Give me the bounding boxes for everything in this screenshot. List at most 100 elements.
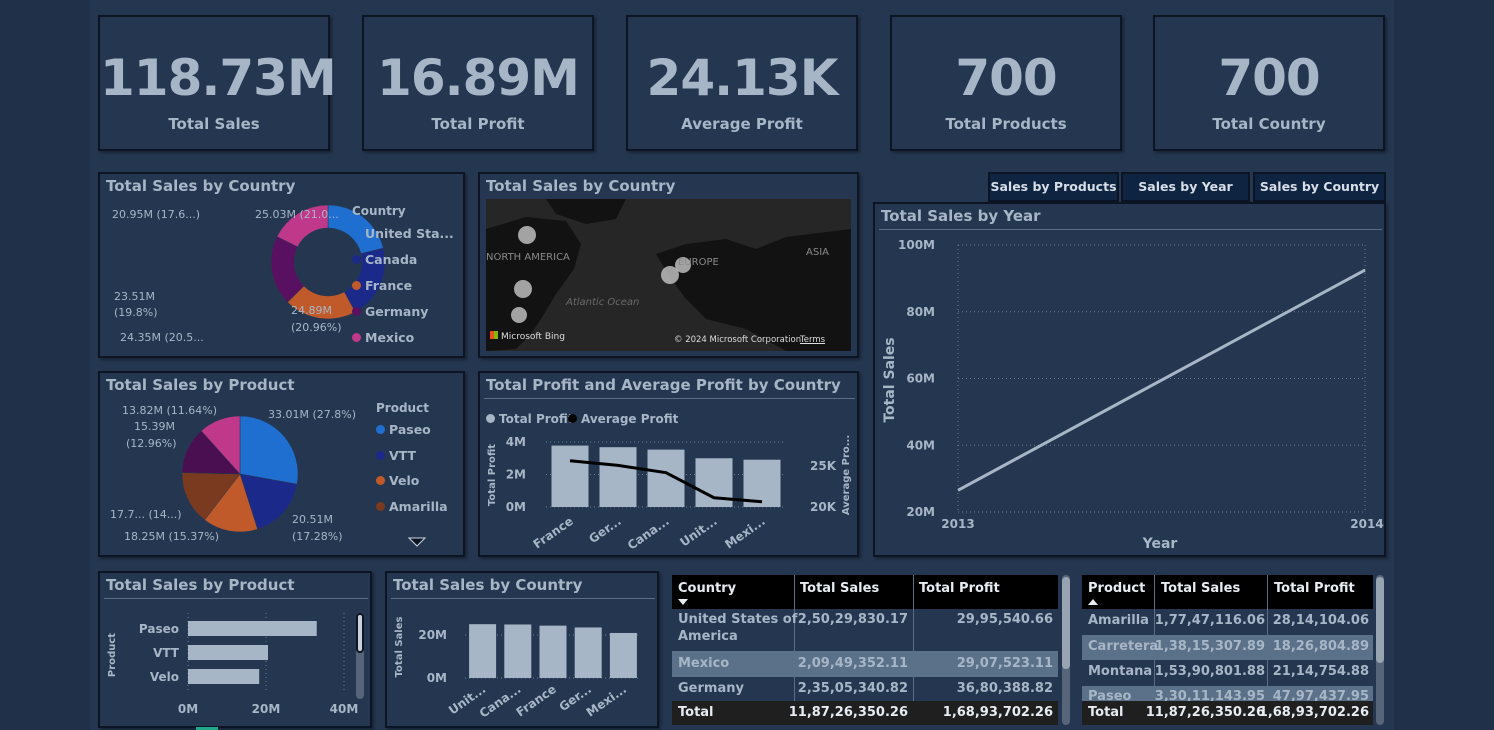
legend-item[interactable]: Amarilla — [376, 499, 448, 514]
y-tick-label: 0M — [427, 671, 447, 685]
legend-title: Country — [352, 204, 406, 218]
bar — [188, 621, 317, 636]
legend-dot — [352, 281, 361, 290]
y-right-tick-label: 25K — [810, 459, 837, 473]
map-bubble-mexico[interactable] — [511, 307, 527, 323]
nav-sales-by-year-button[interactable]: Sales by Year — [1121, 172, 1250, 202]
slice-label: 17.7... (14...) — [110, 508, 182, 521]
nav-sales-by-products-button[interactable]: Sales by Products — [988, 172, 1119, 202]
product-table[interactable]: Product Total Sales Total Profit Amarill… — [1082, 575, 1384, 725]
cell-country: America — [678, 629, 738, 644]
map-sales-by-country-panel[interactable]: Total Sales by Country NORTH AMERICA EUR… — [478, 172, 859, 358]
legend-title: Product — [376, 401, 429, 415]
pie-sales-by-product-panel[interactable]: Total Sales by Product 33.01M (27.8%) 20… — [98, 371, 465, 557]
kpi-average-profit[interactable]: 24.13K Average Profit — [626, 15, 858, 151]
table-row[interactable]: Paseo 3,30,11,143.95 47,97,437.95 — [1082, 686, 1373, 701]
cell-country: Germany — [678, 681, 744, 696]
column-header-total-profit[interactable]: Total Profit — [1274, 581, 1355, 596]
column-header-total-sales[interactable]: Total Sales — [800, 581, 879, 596]
kpi-label: Total Country — [1212, 115, 1326, 133]
slice-label: 20.95M (17.6...) — [112, 208, 201, 221]
kpi-total-country[interactable]: 700 Total Country — [1153, 15, 1385, 151]
map-copyright: © 2024 Microsoft Corporation — [674, 335, 802, 345]
y-tick-label: 60M — [906, 372, 935, 386]
combo-profit-by-country-panel[interactable]: Total Profit and Average Profit by Count… — [478, 371, 859, 557]
legend-label: VTT — [389, 448, 417, 463]
legend-scroll-down-icon[interactable] — [408, 536, 428, 548]
slice-label: 33.01M (27.8%) — [268, 408, 357, 421]
legend-dot — [376, 502, 385, 511]
table-row[interactable]: Mexico 2,09,49,352.11 29,07,523.11 — [672, 651, 1058, 677]
table-scrollbar-thumb[interactable] — [1376, 577, 1384, 663]
legend-item[interactable]: VTT — [376, 448, 416, 463]
bar — [188, 669, 260, 684]
cell-total-profit: 21,14,754.88 — [1272, 664, 1369, 679]
y-tick-label: 80M — [906, 305, 935, 319]
cell-total-sales: 2,09,49,352.11 — [797, 656, 908, 671]
cell-total-profit: 47,97,437.95 — [1272, 689, 1369, 701]
cell-product: Paseo — [1088, 689, 1132, 701]
slice-label: 24.35M (20.5... — [120, 331, 204, 344]
kpi-total-profit[interactable]: 16.89M Total Profit — [362, 15, 594, 151]
legend-item[interactable]: Paseo — [376, 422, 431, 437]
bar — [609, 632, 637, 678]
slice-label: (20.96%) — [291, 321, 342, 334]
bing-label: Microsoft Bing — [501, 332, 565, 342]
line-sales-by-year-panel[interactable]: Total Sales by Year 100M 80M 60M 40M 20M 2013… — [873, 202, 1386, 557]
kpi-label: Total Products — [945, 115, 1067, 133]
table-row[interactable]: Montana 1,53,90,801.88 21,14,754.88 — [1082, 660, 1373, 686]
sort-desc-icon[interactable] — [678, 599, 688, 605]
left-margin — [0, 0, 90, 730]
world-map[interactable]: NORTH AMERICA EUROPE ASIA Atlantic Ocean… — [486, 199, 851, 351]
legend-item[interactable]: United Sta... — [352, 226, 454, 241]
sort-asc-icon[interactable] — [1088, 599, 1098, 605]
map-bubble-canada[interactable] — [518, 226, 536, 244]
column-header-total-sales[interactable]: Total Sales — [1161, 581, 1240, 596]
y-axis-title: Total Profit — [487, 444, 498, 506]
cell-country: Mexico — [678, 656, 730, 671]
map-terms-link[interactable]: Terms — [800, 335, 825, 345]
y-tick-label: 0M — [506, 500, 526, 514]
scrollbar-thumb[interactable] — [356, 613, 364, 653]
nav-sales-by-country-button[interactable]: Sales by Country — [1253, 172, 1386, 202]
legend-dot — [376, 451, 385, 460]
legend-dot — [352, 255, 361, 264]
x-tick-label: Unit... — [677, 514, 719, 549]
column-header-product[interactable]: Product — [1088, 581, 1145, 596]
vbar-chart: 20M0MUnit...Cana...FranceGer...Mexi...To… — [394, 617, 641, 721]
country-table[interactable]: Country Total Sales Total Profit United … — [672, 575, 1072, 725]
table-row[interactable]: Carretera 1,38,15,307.89 18,26,804.89 — [1082, 635, 1373, 660]
legend-label: Canada — [365, 252, 418, 267]
cell-total-profit: 36,80,388.82 — [956, 681, 1053, 696]
kpi-total-products[interactable]: 700 Total Products — [890, 15, 1122, 151]
cell-total-sales: 11,87,26,350.26 — [1145, 705, 1265, 720]
legend-item[interactable]: Mexico — [352, 330, 414, 345]
legend-item[interactable]: Canada — [352, 252, 417, 267]
hbar-sales-by-product-panel[interactable]: Total Sales by Product 0M 20M 40M Paseo VTT V… — [98, 571, 372, 728]
column-header-total-profit[interactable]: Total Profit — [919, 581, 1000, 596]
x-tick-label: 40M — [330, 702, 359, 716]
kpi-total-sales[interactable]: 118.73M Total Sales — [98, 15, 337, 151]
cell-total-sales: 1,77,47,116.06 — [1154, 613, 1265, 628]
legend-item[interactable]: Germany — [352, 304, 428, 319]
kpi-value: 24.13K — [646, 49, 839, 107]
map-label: NORTH AMERICA — [486, 252, 570, 263]
legend-item[interactable]: France — [352, 278, 412, 293]
hbar-chart: 0M 20M 40M Paseo VTT Velo Product — [107, 613, 359, 716]
donut-sales-by-country-panel[interactable]: Total Sales by Country 25.03M (21.0... 2… — [98, 172, 465, 358]
table-row[interactable]: United States of America 2,50,29,830.17 … — [672, 609, 1058, 651]
vbar-sales-by-country-panel[interactable]: Total Sales by Country 20M 0M Unit... Cana.… — [385, 571, 659, 728]
table-row[interactable]: Germany 2,35,05,340.82 36,80,388.82 — [672, 677, 1058, 701]
slice-label: (17.28%) — [292, 530, 343, 543]
legend-item[interactable]: Velo — [376, 473, 419, 488]
legend-dot — [352, 307, 361, 316]
cell-product: Amarilla — [1088, 613, 1149, 628]
x-tick-label: 2013 — [941, 517, 974, 531]
y-tick-label: 4M — [506, 435, 526, 449]
bar — [551, 445, 589, 507]
table-scrollbar-thumb[interactable] — [1062, 577, 1070, 669]
column-header-country[interactable]: Country — [678, 581, 736, 596]
map-bubble-united-states[interactable] — [514, 280, 532, 298]
cell-total-sales: 1,53,90,801.88 — [1154, 664, 1265, 679]
table-row[interactable]: Amarilla 1,77,47,116.06 28,14,104.06 — [1082, 609, 1373, 635]
